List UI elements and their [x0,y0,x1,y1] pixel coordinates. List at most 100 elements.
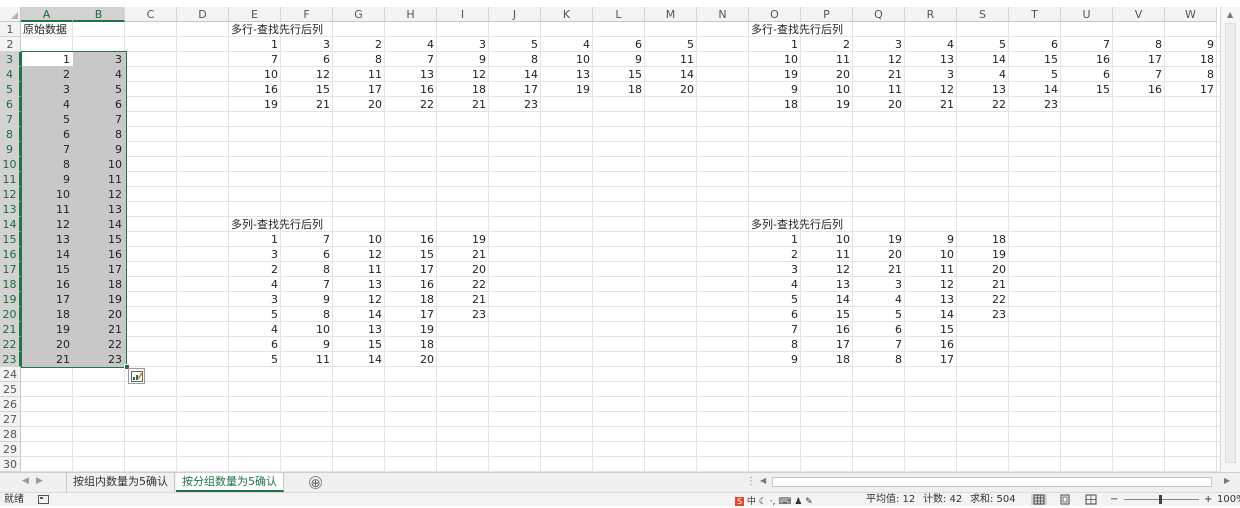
cell-F17[interactable]: 8 [281,262,333,277]
row-header-15[interactable]: 15 [0,232,21,247]
cell-R2[interactable]: 4 [905,37,957,52]
cell-I6[interactable]: 21 [437,97,489,112]
row-header-29[interactable]: 29 [0,442,21,457]
cell-Q20[interactable]: 5 [853,307,905,322]
cell-T2[interactable]: 6 [1009,37,1061,52]
column-header-P[interactable]: P [801,7,853,22]
cell-G5[interactable]: 17 [333,82,385,97]
cell-M5[interactable]: 20 [645,82,697,97]
cell-F20[interactable]: 8 [281,307,333,322]
row-header-11[interactable]: 11 [0,172,21,187]
row-header-21[interactable]: 21 [0,322,21,337]
cell-E4[interactable]: 10 [229,67,281,82]
cell-G17[interactable]: 11 [333,262,385,277]
cell-Q21[interactable]: 6 [853,322,905,337]
cell-S3[interactable]: 14 [957,52,1009,67]
cell-W3[interactable]: 18 [1165,52,1217,67]
cell-P2[interactable]: 2 [801,37,853,52]
cell-G3[interactable]: 8 [333,52,385,67]
cell-H4[interactable]: 13 [385,67,437,82]
cell-R18[interactable]: 12 [905,277,957,292]
cell-P5[interactable]: 10 [801,82,853,97]
cell-O2[interactable]: 1 [749,37,801,52]
cell-E16[interactable]: 3 [229,247,281,262]
cell-Q16[interactable]: 20 [853,247,905,262]
row-header-20[interactable]: 20 [0,307,21,322]
cell-K4[interactable]: 13 [541,67,593,82]
cell-E21[interactable]: 4 [229,322,281,337]
cell-G15[interactable]: 10 [333,232,385,247]
cell-O18[interactable]: 4 [749,277,801,292]
horizontal-scrollbar[interactable]: ◀ ▶ [758,475,1234,490]
cell-O1[interactable]: 多行-查找先行后列 [749,22,905,37]
cell-I19[interactable]: 21 [437,292,489,307]
cell-O20[interactable]: 6 [749,307,801,322]
cell-Q18[interactable]: 3 [853,277,905,292]
column-header-E[interactable]: E [229,7,281,22]
cell-Q2[interactable]: 3 [853,37,905,52]
column-header-K[interactable]: K [541,7,593,22]
column-header-I[interactable]: I [437,7,489,22]
column-header-C[interactable]: C [125,7,177,22]
ime-toolbar[interactable]: S 中 ☾ ·, ⌨ ♟ ✎ [735,494,813,507]
cell-P18[interactable]: 13 [801,277,853,292]
column-header-L[interactable]: L [593,7,645,22]
cell-S19[interactable]: 22 [957,292,1009,307]
cell-V2[interactable]: 8 [1113,37,1165,52]
cell-E2[interactable]: 1 [229,37,281,52]
cell-O17[interactable]: 3 [749,262,801,277]
cell-G6[interactable]: 20 [333,97,385,112]
sheet-tab-1[interactable]: 按组内数量为5确认 [66,473,175,492]
cell-I2[interactable]: 3 [437,37,489,52]
cell-G21[interactable]: 13 [333,322,385,337]
cell-P19[interactable]: 14 [801,292,853,307]
row-header-2[interactable]: 2 [0,37,21,52]
row-header-6[interactable]: 6 [0,97,21,112]
cell-W2[interactable]: 9 [1165,37,1217,52]
cell-T6[interactable]: 23 [1009,97,1061,112]
cell-H23[interactable]: 20 [385,352,437,367]
cell-A1[interactable]: 原始数据 [21,22,177,37]
cell-R6[interactable]: 21 [905,97,957,112]
cell-G2[interactable]: 2 [333,37,385,52]
row-header-14[interactable]: 14 [0,217,21,232]
cell-F15[interactable]: 7 [281,232,333,247]
row-header-19[interactable]: 19 [0,292,21,307]
cell-J6[interactable]: 23 [489,97,541,112]
cell-G23[interactable]: 14 [333,352,385,367]
column-header-M[interactable]: M [645,7,697,22]
cell-E3[interactable]: 7 [229,52,281,67]
cell-F23[interactable]: 11 [281,352,333,367]
row-header-13[interactable]: 13 [0,202,21,217]
cell-O23[interactable]: 9 [749,352,801,367]
cell-H5[interactable]: 16 [385,82,437,97]
column-header-T[interactable]: T [1009,7,1061,22]
cell-F6[interactable]: 21 [281,97,333,112]
cell-H16[interactable]: 15 [385,247,437,262]
cell-J3[interactable]: 8 [489,52,541,67]
tab-split-handle-icon[interactable]: ⋮ [746,476,756,487]
cell-R5[interactable]: 12 [905,82,957,97]
cell-R4[interactable]: 3 [905,67,957,82]
cell-I17[interactable]: 20 [437,262,489,277]
cell-R3[interactable]: 13 [905,52,957,67]
cell-F5[interactable]: 15 [281,82,333,97]
cell-P4[interactable]: 20 [801,67,853,82]
cell-T3[interactable]: 15 [1009,52,1061,67]
column-header-Q[interactable]: Q [853,7,905,22]
cell-O15[interactable]: 1 [749,232,801,247]
normal-view-button[interactable] [1031,494,1047,505]
cell-V4[interactable]: 7 [1113,67,1165,82]
row-header-9[interactable]: 9 [0,142,21,157]
cell-G4[interactable]: 11 [333,67,385,82]
cell-O21[interactable]: 7 [749,322,801,337]
cell-R17[interactable]: 11 [905,262,957,277]
cell-E20[interactable]: 5 [229,307,281,322]
cell-H3[interactable]: 7 [385,52,437,67]
tab-next-arrow-icon[interactable]: ▶ [36,476,43,486]
row-header-25[interactable]: 25 [0,382,21,397]
cell-W4[interactable]: 8 [1165,67,1217,82]
cell-U4[interactable]: 6 [1061,67,1113,82]
cell-R21[interactable]: 15 [905,322,957,337]
cell-K5[interactable]: 19 [541,82,593,97]
